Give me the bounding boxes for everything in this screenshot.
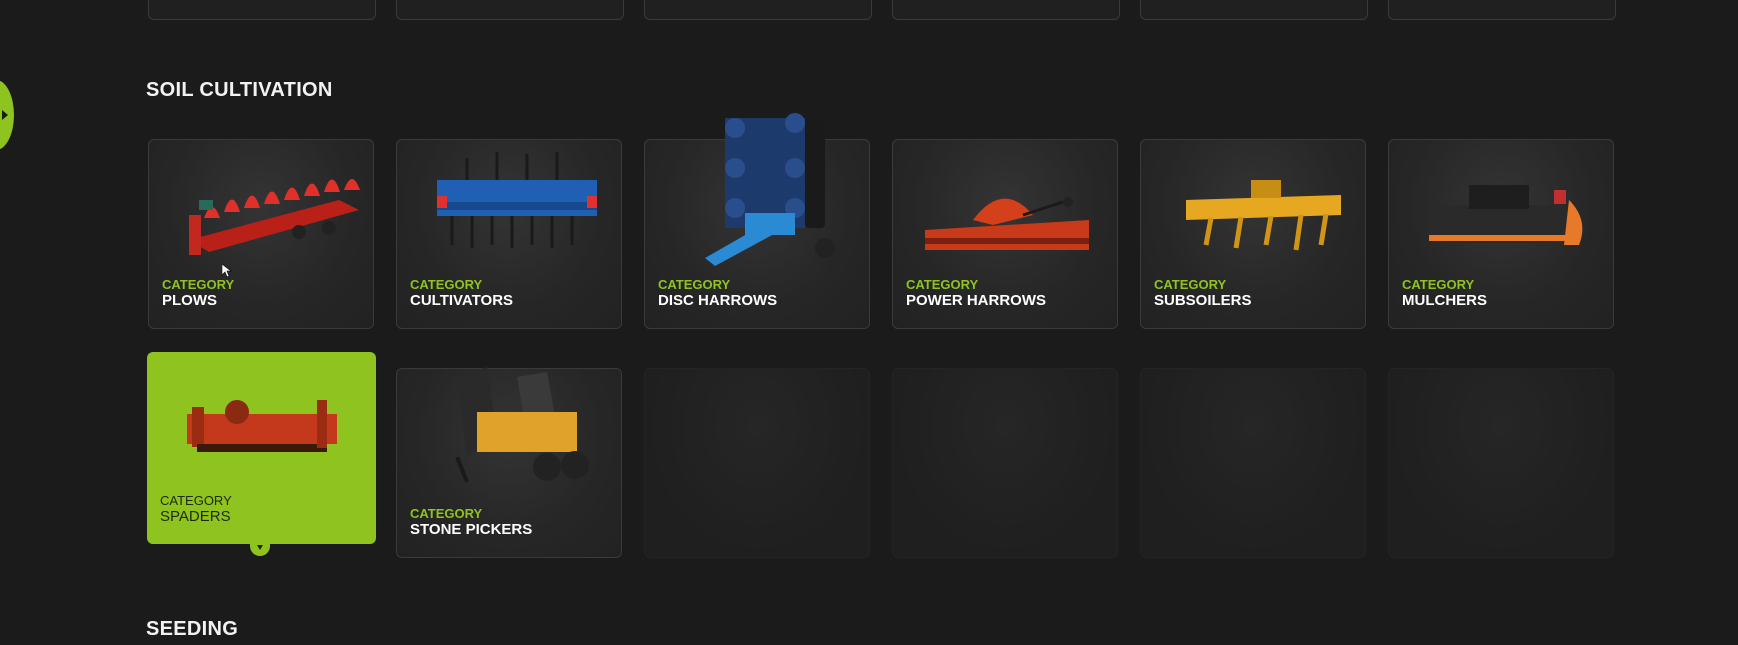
category-name: PLOWS	[162, 292, 217, 309]
category-label: CATEGORY	[1402, 277, 1475, 292]
category-label: CATEGORY	[658, 277, 731, 292]
category-label: CATEGORY	[162, 277, 235, 292]
previous-section-card[interactable]	[892, 0, 1120, 20]
category-name: SUBSOILERS	[1154, 292, 1252, 309]
category-name: MULCHERS	[1402, 292, 1487, 309]
category-label: CATEGORY	[906, 277, 979, 292]
category-name: SPADERS	[160, 508, 231, 525]
cultivator-image	[437, 152, 597, 248]
chevron-right-icon	[2, 110, 8, 120]
category-card-power-harrows[interactable]: CATEGORY POWER HARROWS	[892, 139, 1118, 329]
category-name: DISC HARROWS	[658, 292, 778, 309]
subsoiler-image	[1186, 180, 1341, 251]
category-label: CATEGORY	[410, 277, 483, 292]
category-label: CATEGORY	[410, 506, 483, 521]
section-title-seeding: SEEDING	[146, 618, 239, 640]
previous-section-card[interactable]	[148, 0, 376, 20]
section-title-soil-cultivation: SOIL CULTIVATION	[146, 79, 333, 101]
disc-harrow-image	[705, 113, 835, 266]
category-label: CATEGORY	[160, 493, 232, 508]
category-label: CATEGORY	[1154, 277, 1227, 292]
selection-indicator	[250, 542, 270, 556]
previous-section-card[interactable]	[644, 0, 872, 20]
mulcher-image	[1429, 185, 1583, 245]
empty-card-slot	[1388, 368, 1614, 558]
empty-card-slot	[644, 368, 870, 558]
power-harrow-image	[925, 197, 1089, 250]
empty-card-slot	[1140, 368, 1366, 558]
category-name: CULTIVATORS	[410, 292, 514, 309]
previous-section-card[interactable]	[396, 0, 624, 20]
plow-image	[189, 179, 360, 255]
category-card-plows[interactable]: CATEGORY PLOWS	[148, 139, 374, 329]
category-card-disc-harrows[interactable]: CATEGORY DISC HARROWS	[644, 113, 870, 329]
previous-section-card[interactable]	[1388, 0, 1616, 20]
side-menu-toggle[interactable]	[0, 80, 14, 150]
mouse-cursor-icon	[222, 264, 232, 278]
category-name: STONE PICKERS	[410, 521, 533, 538]
category-card-spaders[interactable]: CATEGORY SPADERS	[147, 352, 376, 556]
category-card-subsoilers[interactable]: CATEGORY SUBSOILERS	[1140, 139, 1366, 329]
empty-card-slot	[892, 368, 1118, 558]
spader-image	[187, 400, 337, 452]
chevron-down-icon	[257, 545, 263, 550]
category-card-cultivators[interactable]: CATEGORY CULTIVATORS	[396, 139, 622, 329]
category-name: POWER HARROWS	[906, 292, 1046, 309]
category-card-mulchers[interactable]: CATEGORY MULCHERS	[1388, 139, 1614, 329]
previous-section-card[interactable]	[1140, 0, 1368, 20]
stone-picker-image	[455, 367, 589, 483]
category-card-stone-pickers[interactable]: CATEGORY STONE PICKERS	[396, 367, 622, 558]
